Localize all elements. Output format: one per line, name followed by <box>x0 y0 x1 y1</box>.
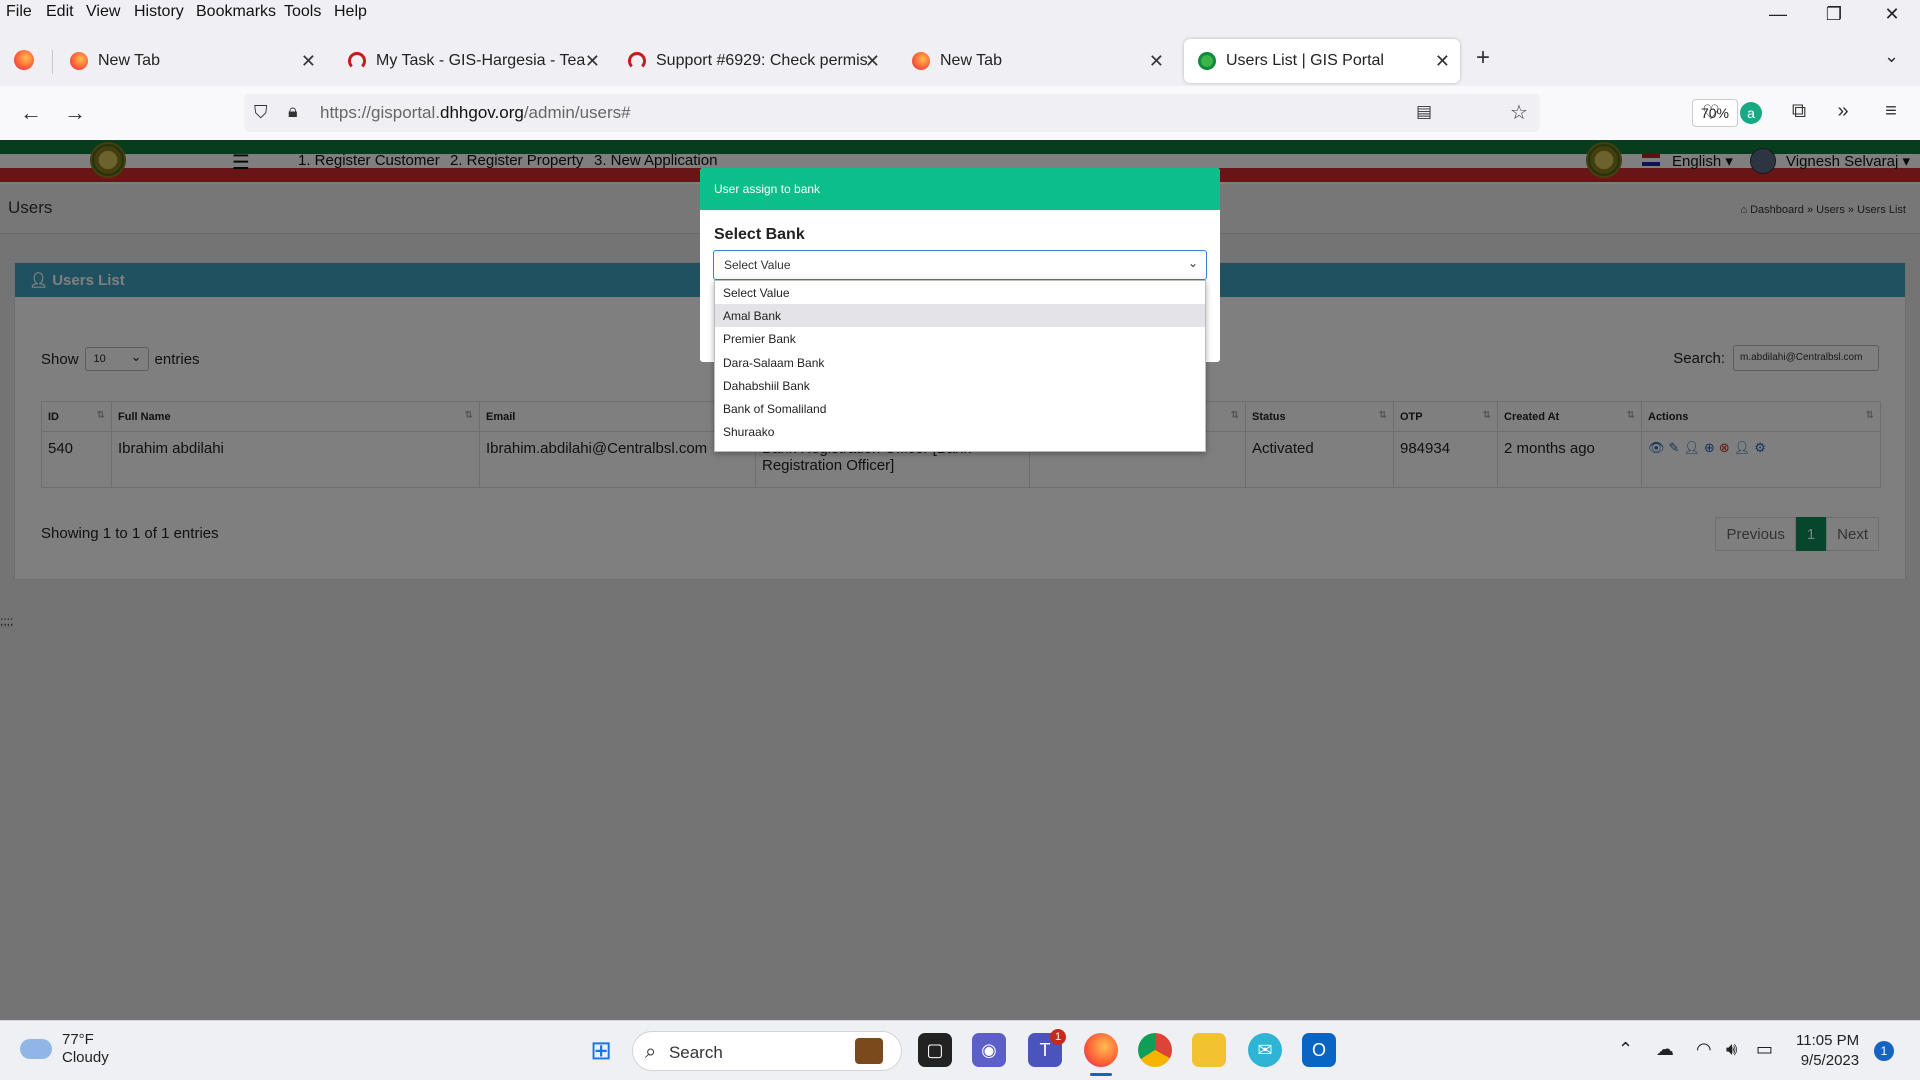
wifi-icon[interactable]: ◠ <box>1696 1039 1712 1060</box>
tab-label: New Tab <box>98 52 160 69</box>
close-tab-icon[interactable]: ✕ <box>301 51 316 72</box>
bank-option[interactable]: Shuraako <box>715 420 1205 443</box>
tab-separator <box>52 50 53 74</box>
onedrive-cloud-icon[interactable]: ☁ <box>1656 1039 1674 1060</box>
close-tab-icon[interactable]: ✕ <box>1149 51 1164 72</box>
tab-users-list[interactable]: Users List | GIS Portal ✕ <box>1184 39 1460 83</box>
tab-label: Support #6929: Check permissio <box>656 52 868 69</box>
tab-bar: New Tab ✕ My Task - GIS-Hargesia - Teams… <box>0 36 1920 86</box>
forward-icon[interactable]: → <box>60 100 90 126</box>
bank-dropdown-list: Select Value Amal Bank Premier Bank Dara… <box>714 280 1206 452</box>
bank-option[interactable]: Dahabshiil Bank <box>715 374 1205 397</box>
shield-icon[interactable]: ⛉ <box>254 102 268 123</box>
task-view-icon[interactable]: ▢ <box>918 1033 952 1067</box>
bank-option-highlighted[interactable]: Amal Bank <box>715 304 1205 328</box>
tab-label: New Tab <box>940 52 1002 69</box>
menu-bar: File Edit View History Bookmarks Tools H… <box>0 0 1920 26</box>
select-bank-label: Select Bank <box>714 226 805 243</box>
weather-widget[interactable]: 77°F Cloudy <box>20 1031 109 1067</box>
volume-icon[interactable]: 🔊︎ <box>1726 1039 1737 1060</box>
minimize-icon[interactable]: — <box>1758 4 1798 25</box>
web-page: ☰ 1. Register Customer 2. Register Prope… <box>0 140 1920 1020</box>
firefox-taskbar-icon[interactable] <box>1084 1033 1118 1067</box>
bank-option[interactable]: Bank of Somaliland <box>715 397 1205 420</box>
mail-app-icon[interactable]: ✉ <box>1248 1033 1282 1067</box>
tab-my-task[interactable]: My Task - GIS-Hargesia - Teams ✕ <box>334 39 610 83</box>
taskbar-search-label: Search <box>668 1043 723 1062</box>
bank-option[interactable]: Premier Bank <box>715 327 1205 350</box>
overflow-menu-icon[interactable]: » <box>1828 100 1858 123</box>
firefox-icon <box>70 52 88 70</box>
url-bar[interactable]: ⛉ 🔒︎ https://gisportal.dhhgov.org/admin/… <box>244 94 1738 132</box>
battery-icon[interactable]: ▭ <box>1756 1039 1773 1060</box>
taskbar-search[interactable]: ⌕ Search <box>632 1031 902 1071</box>
active-app-indicator <box>1090 1073 1112 1076</box>
outlook-icon[interactable]: O <box>1302 1033 1336 1067</box>
navigation-bar: ← → ⛉ 🔒︎ https://gisportal.dhhgov.org/ad… <box>0 86 1920 140</box>
chrome-icon[interactable] <box>1138 1033 1172 1067</box>
menu-bookmarks[interactable]: Bookmarks <box>196 3 276 21</box>
redmine-icon <box>628 52 646 70</box>
temperature: 77°F <box>62 1031 94 1048</box>
menu-edit[interactable]: Edit <box>46 3 74 21</box>
menu-help[interactable]: Help <box>334 3 367 21</box>
menu-history[interactable]: History <box>134 3 184 21</box>
bank-select[interactable]: Select Value ⌄ <box>713 250 1207 280</box>
bank-select-value: Select Value <box>724 258 791 272</box>
back-icon[interactable]: ← <box>16 100 46 126</box>
close-window-icon[interactable]: ✕ <box>1872 4 1912 25</box>
clock-date: 9/5/2023 <box>1800 1052 1860 1069</box>
app-menu-icon[interactable]: ≡ <box>1876 100 1906 123</box>
menu-tools[interactable]: Tools <box>284 3 321 21</box>
tab-support[interactable]: Support #6929: Check permissio ✕ <box>614 39 890 83</box>
show-hidden-icons-icon[interactable]: ⌃ <box>1618 1039 1633 1060</box>
search-icon: ⌕ <box>645 1041 657 1063</box>
notification-badge[interactable]: 1 <box>1874 1041 1894 1061</box>
extension-a-icon[interactable]: a <box>1740 102 1762 124</box>
reader-view-icon[interactable]: ▤ <box>1416 102 1432 122</box>
modal-title: User assign to bank <box>700 168 1220 210</box>
close-tab-icon[interactable]: ✕ <box>1435 51 1450 72</box>
redmine-icon <box>348 52 366 70</box>
menu-view[interactable]: View <box>86 3 120 21</box>
windows-start-icon[interactable]: ⊞ <box>584 1033 618 1067</box>
list-all-tabs-icon[interactable]: ⌄ <box>1884 46 1899 67</box>
new-tab-icon[interactable]: + <box>1476 44 1490 72</box>
bookmark-star-icon[interactable]: ☆ <box>1510 100 1528 125</box>
chevron-down-icon: ⌄ <box>1187 256 1198 270</box>
tab-new-tab-1[interactable]: New Tab ✕ <box>56 39 326 83</box>
tab-label: My Task - GIS-Hargesia - Teams <box>376 52 586 69</box>
weather-condition: Cloudy <box>62 1049 109 1066</box>
file-explorer-icon[interactable] <box>1192 1033 1226 1067</box>
lock-icon[interactable]: 🔒︎ <box>288 101 298 122</box>
firefox-icon <box>912 52 930 70</box>
restore-icon[interactable]: ❐ <box>1814 4 1854 25</box>
tab-label: Users List | GIS Portal <box>1226 52 1384 69</box>
firefox-view-icon[interactable] <box>14 50 34 70</box>
clock-time: 11:05 PM <box>1796 1032 1860 1049</box>
extensions-icon[interactable]: ⧉ <box>1784 100 1814 123</box>
close-tab-icon[interactable]: ✕ <box>585 51 600 72</box>
menu-file[interactable]: File <box>6 3 32 21</box>
teams-badge: 1 <box>1050 1029 1066 1045</box>
close-tab-icon[interactable]: ✕ <box>865 51 880 72</box>
bank-option[interactable]: Select Value <box>715 281 1205 304</box>
briefcase-icon <box>855 1038 883 1064</box>
pocket-icon[interactable]: ♡ <box>1696 100 1726 125</box>
url-text[interactable]: https://gisportal.dhhgov.org/admin/users… <box>320 103 631 123</box>
taskbar: 77°F Cloudy ⊞ ⌕ Search ▢ ◉ T 1 ✉ O ⌃ ☁ ◠… <box>0 1020 1920 1080</box>
tab-new-tab-2[interactable]: New Tab ✕ <box>898 39 1174 83</box>
bank-option[interactable]: Dara-Salaam Bank <box>715 351 1205 374</box>
cloud-icon <box>20 1039 52 1059</box>
gis-portal-icon <box>1198 52 1216 70</box>
system-clock[interactable]: 11:05 PM 9/5/2023 <box>1796 1031 1859 1071</box>
teams-chat-icon[interactable]: ◉ <box>972 1033 1006 1067</box>
